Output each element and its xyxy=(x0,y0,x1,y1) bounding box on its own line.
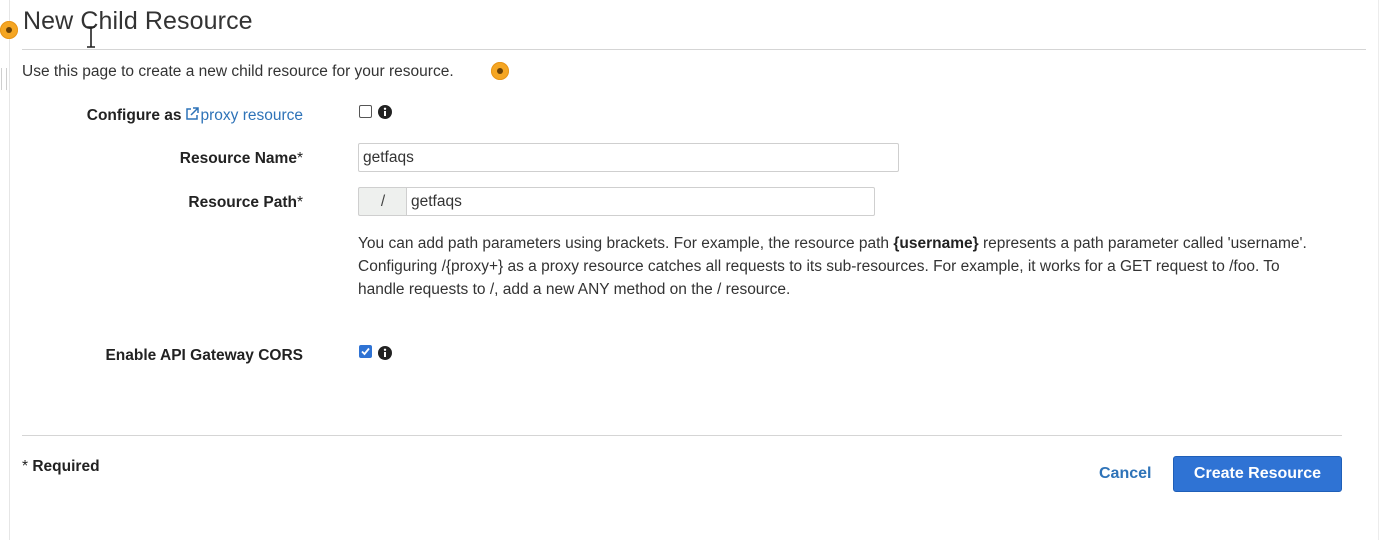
resource-name-value: getfaqs xyxy=(363,149,414,166)
required-note-mark: * xyxy=(22,458,29,475)
resource-path-value: getfaqs xyxy=(411,193,462,210)
left-panel-border xyxy=(9,0,10,540)
proxy-resource-checkbox[interactable] xyxy=(359,105,372,118)
page-title: New Child Resource xyxy=(23,7,253,35)
cors-info-icon[interactable] xyxy=(378,346,392,360)
cors-checkbox[interactable] xyxy=(359,345,372,358)
help-text-part1: You can add path parameters using bracke… xyxy=(358,235,894,252)
tutorial-hotspot-title[interactable] xyxy=(0,21,18,39)
proxy-resource-link[interactable]: proxy resource xyxy=(200,107,303,124)
required-note: * Required xyxy=(22,458,100,476)
resource-name-label-text: Resource Name xyxy=(179,150,297,167)
checkmark-icon xyxy=(361,347,370,356)
cancel-button[interactable]: Cancel xyxy=(1099,465,1151,483)
resource-path-required-mark: * xyxy=(296,194,303,211)
resource-name-required-mark: * xyxy=(296,150,303,167)
resource-name-label: Resource Name* xyxy=(60,150,303,168)
path-parameters-help: You can add path parameters using bracke… xyxy=(358,232,1318,301)
resource-path-label-text: Resource Path xyxy=(188,194,297,211)
proxy-label-prefix: Configure as xyxy=(86,107,182,124)
help-text-username: {username} xyxy=(893,235,979,252)
create-resource-button[interactable]: Create Resource xyxy=(1173,456,1342,492)
proxy-resource-label: Configure as proxy resource xyxy=(60,107,303,125)
required-note-text: Required xyxy=(32,458,100,475)
cors-label: Enable API Gateway CORS xyxy=(60,347,303,365)
intro-text: Use this page to create a new child reso… xyxy=(22,63,454,81)
footer-divider xyxy=(22,435,1342,436)
resource-path-prefix: / xyxy=(358,187,407,216)
info-icon[interactable] xyxy=(378,105,392,119)
text-cursor-icon xyxy=(87,26,95,48)
resource-path-label: Resource Path* xyxy=(60,194,303,212)
panel-resize-handle[interactable] xyxy=(1,68,7,90)
title-divider xyxy=(22,49,1366,50)
external-link-icon xyxy=(186,107,200,120)
resource-name-input[interactable]: getfaqs xyxy=(358,143,899,172)
cors-label-text: Enable API Gateway CORS xyxy=(105,347,303,364)
tutorial-hotspot-intro[interactable] xyxy=(491,62,509,80)
resource-path-input[interactable]: getfaqs xyxy=(406,187,875,216)
intro-text-label: Use this page to create a new child reso… xyxy=(22,63,454,80)
